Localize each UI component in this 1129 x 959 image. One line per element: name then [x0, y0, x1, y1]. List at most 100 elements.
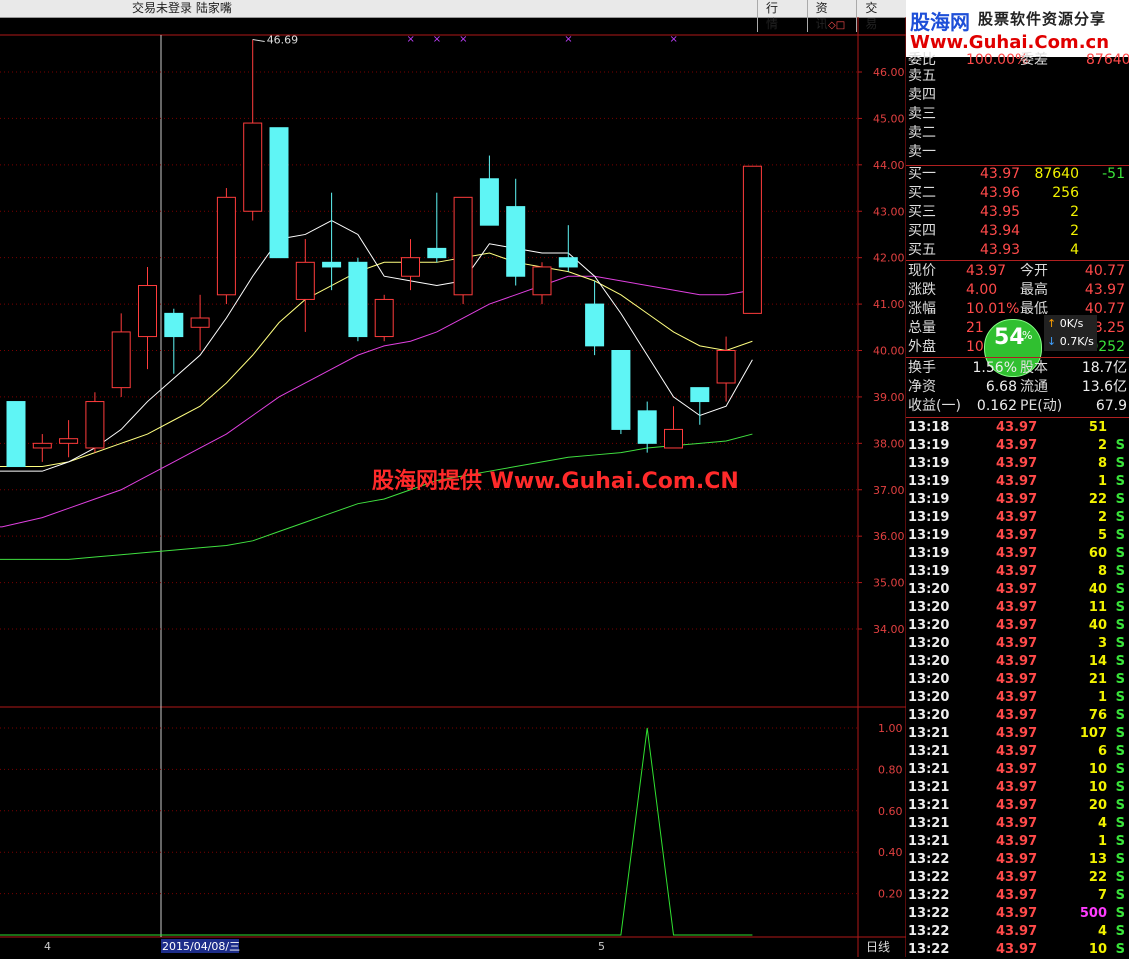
- stat-value-2: 43.97: [1084, 282, 1125, 298]
- tick-volume: 4: [1097, 816, 1107, 831]
- sell-level-row: 卖四: [906, 86, 1129, 104]
- signal-mark: ×: [564, 34, 572, 45]
- tick-price: 43.97: [996, 672, 1038, 687]
- tick-time: 13:20: [908, 582, 950, 597]
- fin-label-2: 股本: [1020, 360, 1048, 376]
- tick-time: 13:19: [908, 564, 950, 579]
- tick-volume: 1: [1097, 690, 1107, 705]
- tick-row: 13:19 43.97 2 S: [906, 437, 1129, 455]
- tick-row: 13:19 43.97 1 S: [906, 473, 1129, 491]
- tick-volume: 7: [1097, 888, 1107, 903]
- tick-volume: 500: [1079, 906, 1107, 921]
- tick-price: 43.97: [996, 870, 1038, 885]
- tick-side: S: [1115, 456, 1125, 471]
- buy-level-label: 买三: [908, 204, 936, 220]
- banner-url: Www.Guhai.Com.cn: [910, 32, 1110, 53]
- tick-volume: 8: [1097, 456, 1107, 471]
- buy-level-price: 43.94: [980, 223, 1021, 239]
- tick-price: 43.97: [996, 474, 1038, 489]
- sell-level-row: 卖一: [906, 143, 1129, 161]
- tick-volume: 11: [1088, 600, 1107, 615]
- sell-level-row: 卖二: [906, 124, 1129, 142]
- tick-volume: 76: [1088, 708, 1107, 723]
- tick-time: 13:18: [908, 420, 950, 435]
- tick-price: 43.97: [996, 600, 1038, 615]
- tick-price: 43.97: [996, 762, 1038, 777]
- tick-price: 43.97: [996, 942, 1038, 957]
- candle: [611, 350, 631, 435]
- x-label-month-4: 4: [44, 940, 51, 953]
- tick-volume: 8: [1097, 564, 1107, 579]
- tick-time: 13:21: [908, 798, 950, 813]
- tick-price: 43.97: [996, 636, 1038, 651]
- period-label[interactable]: 日线: [866, 940, 890, 954]
- buy-level-row: 买五 43.93 4: [906, 241, 1129, 259]
- buy-level-label: 买五: [908, 242, 936, 258]
- tick-side: S: [1115, 942, 1125, 957]
- buy-level-change: -51: [1102, 166, 1125, 182]
- candle: [6, 401, 26, 468]
- kline-chart[interactable]: × × × × × 46.0045.0044.0043.0042.0041.0040.0…: [0, 0, 906, 957]
- tick-side: S: [1115, 906, 1125, 921]
- buy-level-row: 买一 43.97 87640 -51: [906, 165, 1129, 183]
- candle: [374, 294, 394, 342]
- fin-row: 换手 1.56% 股本 18.7亿: [906, 359, 1129, 377]
- tick-row: 13:22 43.97 10 S: [906, 941, 1129, 959]
- candle: [138, 266, 157, 370]
- tick-time: 13:20: [908, 708, 950, 723]
- stat-label: 总量: [908, 320, 936, 336]
- tick-volume: 5: [1097, 528, 1107, 543]
- candle: [322, 192, 342, 291]
- stat-value: 4.00: [966, 282, 998, 298]
- fin-row: 收益(一) 0.162 PE(动) 67.9: [906, 397, 1129, 415]
- tick-side: S: [1115, 834, 1125, 849]
- tick-side: S: [1115, 672, 1125, 687]
- stat-label: 外盘: [908, 339, 936, 355]
- sell-level-label: 卖二: [908, 125, 936, 141]
- tick-side: S: [1115, 924, 1125, 939]
- buy-level-label: 买一: [908, 166, 936, 182]
- tick-time: 13:19: [908, 546, 950, 561]
- fin-row: 净资 6.68 流通 13.6亿: [906, 378, 1129, 396]
- tick-price: 43.97: [996, 816, 1038, 831]
- stat-row: 涨跌 4.00 最高 43.97: [906, 281, 1129, 299]
- tick-row: 13:19 43.97 60 S: [906, 545, 1129, 563]
- tick-row: 13:20 43.97 21 S: [906, 671, 1129, 689]
- x-label-month-5: 5: [598, 940, 605, 953]
- candle: [479, 155, 499, 226]
- high-price-marker: 46.69: [267, 34, 299, 47]
- gauge-unit: %: [1022, 329, 1033, 342]
- tick-price: 43.97: [996, 528, 1038, 543]
- tick-time: 13:20: [908, 654, 950, 669]
- fin-label: 收益(一): [908, 398, 961, 414]
- ma60-line: [0, 433, 753, 560]
- candle: [453, 196, 473, 305]
- tick-row: 13:19 43.97 8 S: [906, 455, 1129, 473]
- tick-volume: 40: [1088, 618, 1107, 633]
- stat-value: 43.97: [966, 263, 1007, 279]
- tick-volume: 22: [1088, 492, 1107, 507]
- tick-side: S: [1115, 708, 1125, 723]
- buy-level-row: 买四 43.94 2: [906, 222, 1129, 240]
- tick-price: 43.97: [996, 654, 1038, 669]
- quote-panel: 委比 100.00% 委差 87640 卖五 卖四 卖三 卖二 卖一 买一 43.97 87…: [906, 52, 1129, 959]
- candle: [111, 313, 131, 397]
- y-tick-label: 44.00: [873, 159, 905, 172]
- tick-price: 43.97: [996, 456, 1038, 471]
- stat-label-2: 最高: [1020, 282, 1048, 298]
- tick-volume: 10: [1088, 780, 1107, 795]
- tick-side: S: [1115, 564, 1125, 579]
- tick-row: 13:20 43.97 3 S: [906, 635, 1129, 653]
- tick-row: 13:19 43.97 5 S: [906, 527, 1129, 545]
- tick-row: 13:22 43.97 13 S: [906, 851, 1129, 869]
- candle: [190, 294, 210, 351]
- candle: [558, 225, 578, 272]
- tick-time: 13:21: [908, 816, 950, 831]
- tick-time: 13:19: [908, 438, 950, 453]
- tick-side: S: [1115, 762, 1125, 777]
- candle: [401, 239, 420, 291]
- tick-volume: 1: [1097, 474, 1107, 489]
- tick-price: 43.97: [996, 564, 1038, 579]
- tick-side: S: [1115, 582, 1125, 597]
- tick-volume: 51: [1088, 420, 1107, 435]
